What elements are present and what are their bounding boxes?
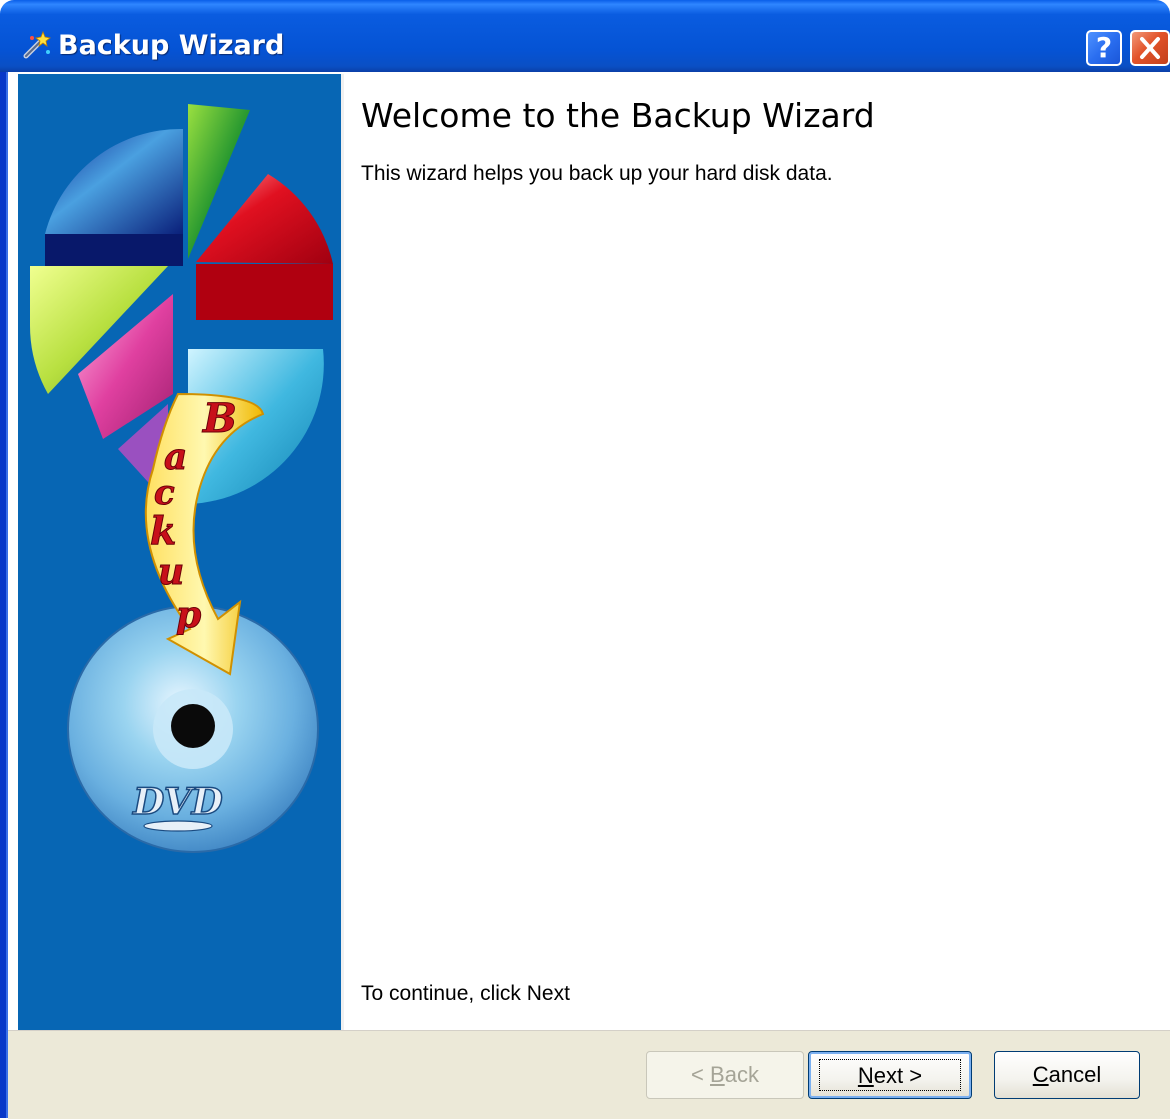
- chart-slice-red-side: [196, 264, 333, 320]
- page-title: Welcome to the Backup Wizard: [361, 96, 875, 135]
- svg-text:k: k: [150, 508, 176, 553]
- dvd-logo-text: DVD: [132, 781, 223, 823]
- back-button-label: ack: [724, 1062, 759, 1087]
- wizard-wand-icon: [22, 30, 52, 60]
- page-description: This wizard helps you back up your hard …: [361, 162, 833, 185]
- window-title: Backup Wizard: [58, 30, 285, 61]
- continue-hint: To continue, click Next: [361, 982, 570, 1005]
- back-button-mnemonic: B: [710, 1062, 725, 1087]
- svg-text:p: p: [176, 594, 201, 636]
- svg-text:B: B: [202, 395, 237, 442]
- chart-slice-navy: [45, 128, 183, 234]
- svg-text:c: c: [154, 473, 175, 513]
- wizard-content: Welcome to the Backup Wizard This wizard…: [344, 74, 1170, 1030]
- close-button[interactable]: [1130, 30, 1170, 66]
- cancel-button-label: ancel: [1048, 1062, 1102, 1087]
- next-button-label: ext: [873, 1063, 904, 1088]
- svg-text:a: a: [164, 436, 187, 478]
- backup-banner-illustration: DVD B a c k u p: [29, 104, 333, 853]
- window-frame-left: [0, 72, 8, 1118]
- title-bar[interactable]: Backup Wizard ?: [0, 0, 1170, 72]
- close-icon: [1132, 32, 1168, 64]
- next-button-mnemonic: N: [857, 1063, 874, 1088]
- back-button-prefix: <: [691, 1062, 711, 1087]
- next-button-suffix: >: [903, 1063, 923, 1088]
- focus-rectangle: Next >: [819, 1059, 961, 1091]
- help-button[interactable]: ?: [1086, 30, 1122, 66]
- wizard-banner: DVD B a c k u p: [18, 74, 344, 1030]
- svg-text:u: u: [158, 551, 184, 593]
- back-button[interactable]: < Back: [646, 1051, 804, 1099]
- chart-slice-navy-side: [45, 234, 183, 266]
- button-panel: < Back Next > Cancel: [8, 1030, 1170, 1119]
- cancel-button[interactable]: Cancel: [994, 1051, 1140, 1099]
- next-button[interactable]: Next >: [808, 1051, 972, 1099]
- cancel-button-mnemonic: C: [1032, 1062, 1049, 1087]
